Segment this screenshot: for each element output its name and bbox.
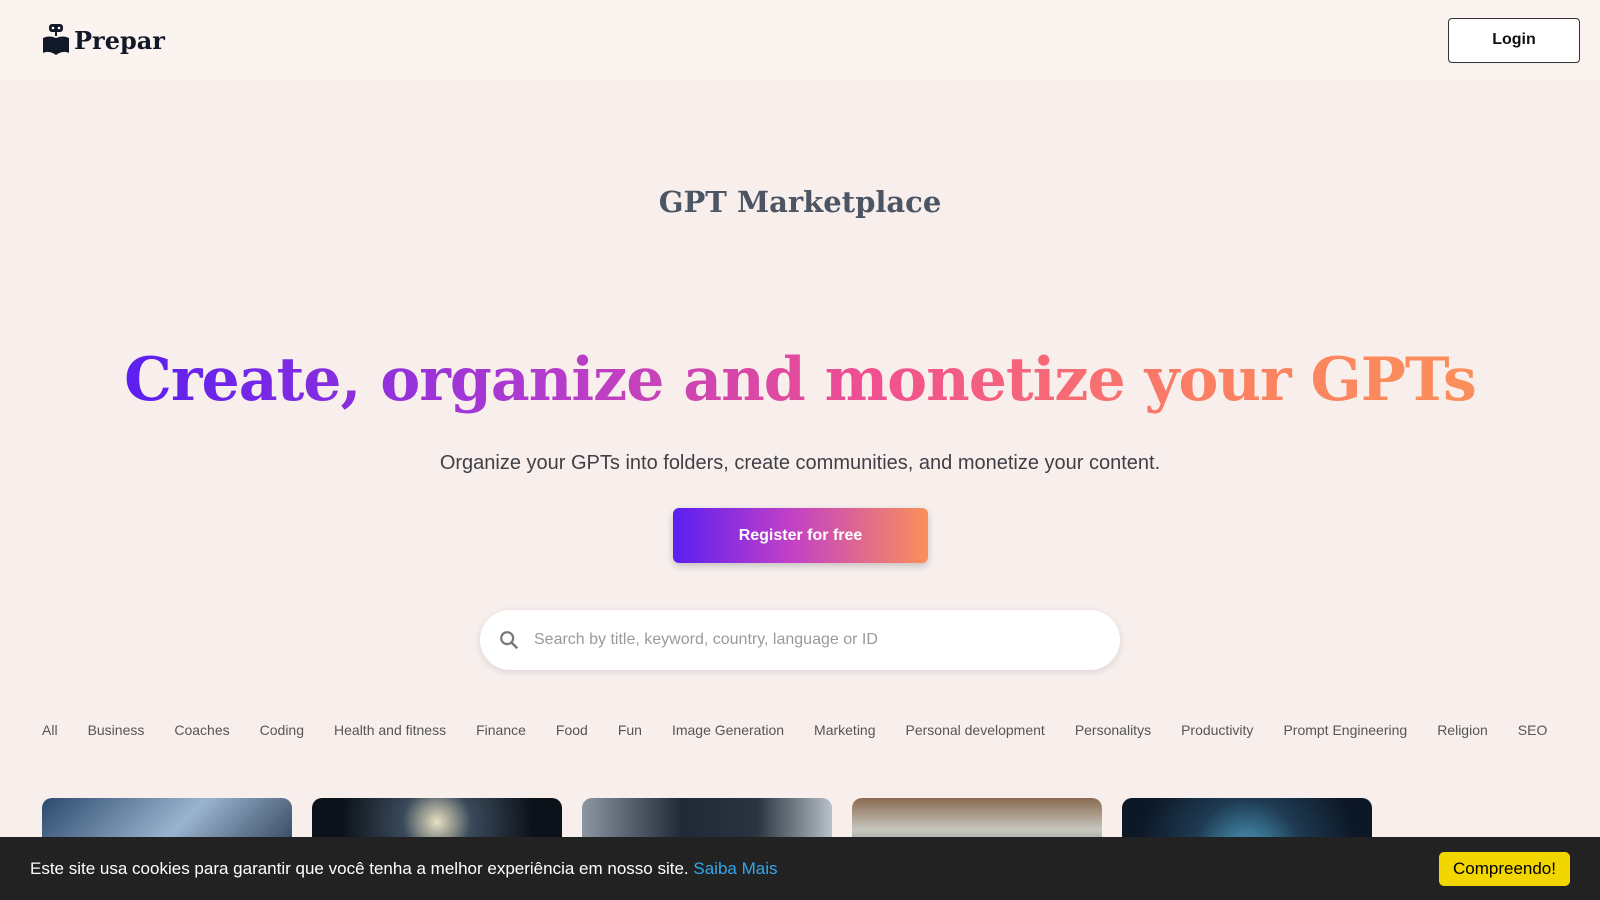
- category-tab[interactable]: Fun: [618, 722, 642, 738]
- category-tab[interactable]: Prompt Engineering: [1283, 722, 1407, 738]
- category-tab[interactable]: Health and fitness: [334, 722, 446, 738]
- page-title: GPT Marketplace: [658, 185, 942, 219]
- search-input[interactable]: [534, 631, 1074, 649]
- category-tabs: All Business Coaches Coding Health and fitne…: [42, 722, 1547, 738]
- cookie-banner: Este site usa cookies para garantir que …: [0, 837, 1600, 900]
- category-tab[interactable]: Religion: [1437, 722, 1488, 738]
- brand-logo[interactable]: Prepar: [42, 23, 165, 57]
- login-button[interactable]: Login: [1448, 17, 1580, 63]
- search-bar[interactable]: [480, 610, 1120, 670]
- category-tab[interactable]: Finance: [476, 722, 526, 738]
- category-tab[interactable]: Business: [88, 722, 145, 738]
- category-tab[interactable]: Coding: [260, 722, 304, 738]
- search-icon: [500, 631, 519, 650]
- learn-more-link[interactable]: Saiba Mais: [693, 859, 777, 878]
- category-tab[interactable]: Coaches: [174, 722, 229, 738]
- category-tab[interactable]: All: [42, 722, 58, 738]
- brand-name: Prepar: [74, 25, 165, 55]
- robot-book-icon: [43, 24, 69, 55]
- hero-heading: Create, organize and monetize your GPTs: [0, 345, 1600, 415]
- category-tab[interactable]: Image Generation: [672, 722, 784, 738]
- register-button[interactable]: Register for free: [673, 508, 928, 563]
- category-tab[interactable]: Personal development: [906, 722, 1045, 738]
- cookie-text: Este site usa cookies para garantir que …: [30, 858, 689, 878]
- hero-text: Create, organize and monetize your GPTs: [124, 345, 1477, 415]
- accept-cookies-button[interactable]: Compreendo!: [1438, 851, 1570, 886]
- category-tab[interactable]: Personalitys: [1075, 722, 1151, 738]
- header: Prepar Login: [0, 0, 1600, 80]
- category-tab[interactable]: Productivity: [1181, 722, 1253, 738]
- category-tab[interactable]: SEO: [1518, 722, 1548, 738]
- category-tab[interactable]: Marketing: [814, 722, 875, 738]
- hero-subtitle: Organize your GPTs into folders, create …: [439, 452, 1161, 474]
- category-tab[interactable]: Food: [556, 722, 588, 738]
- cookie-message: Este site usa cookies para garantir que …: [30, 859, 778, 879]
